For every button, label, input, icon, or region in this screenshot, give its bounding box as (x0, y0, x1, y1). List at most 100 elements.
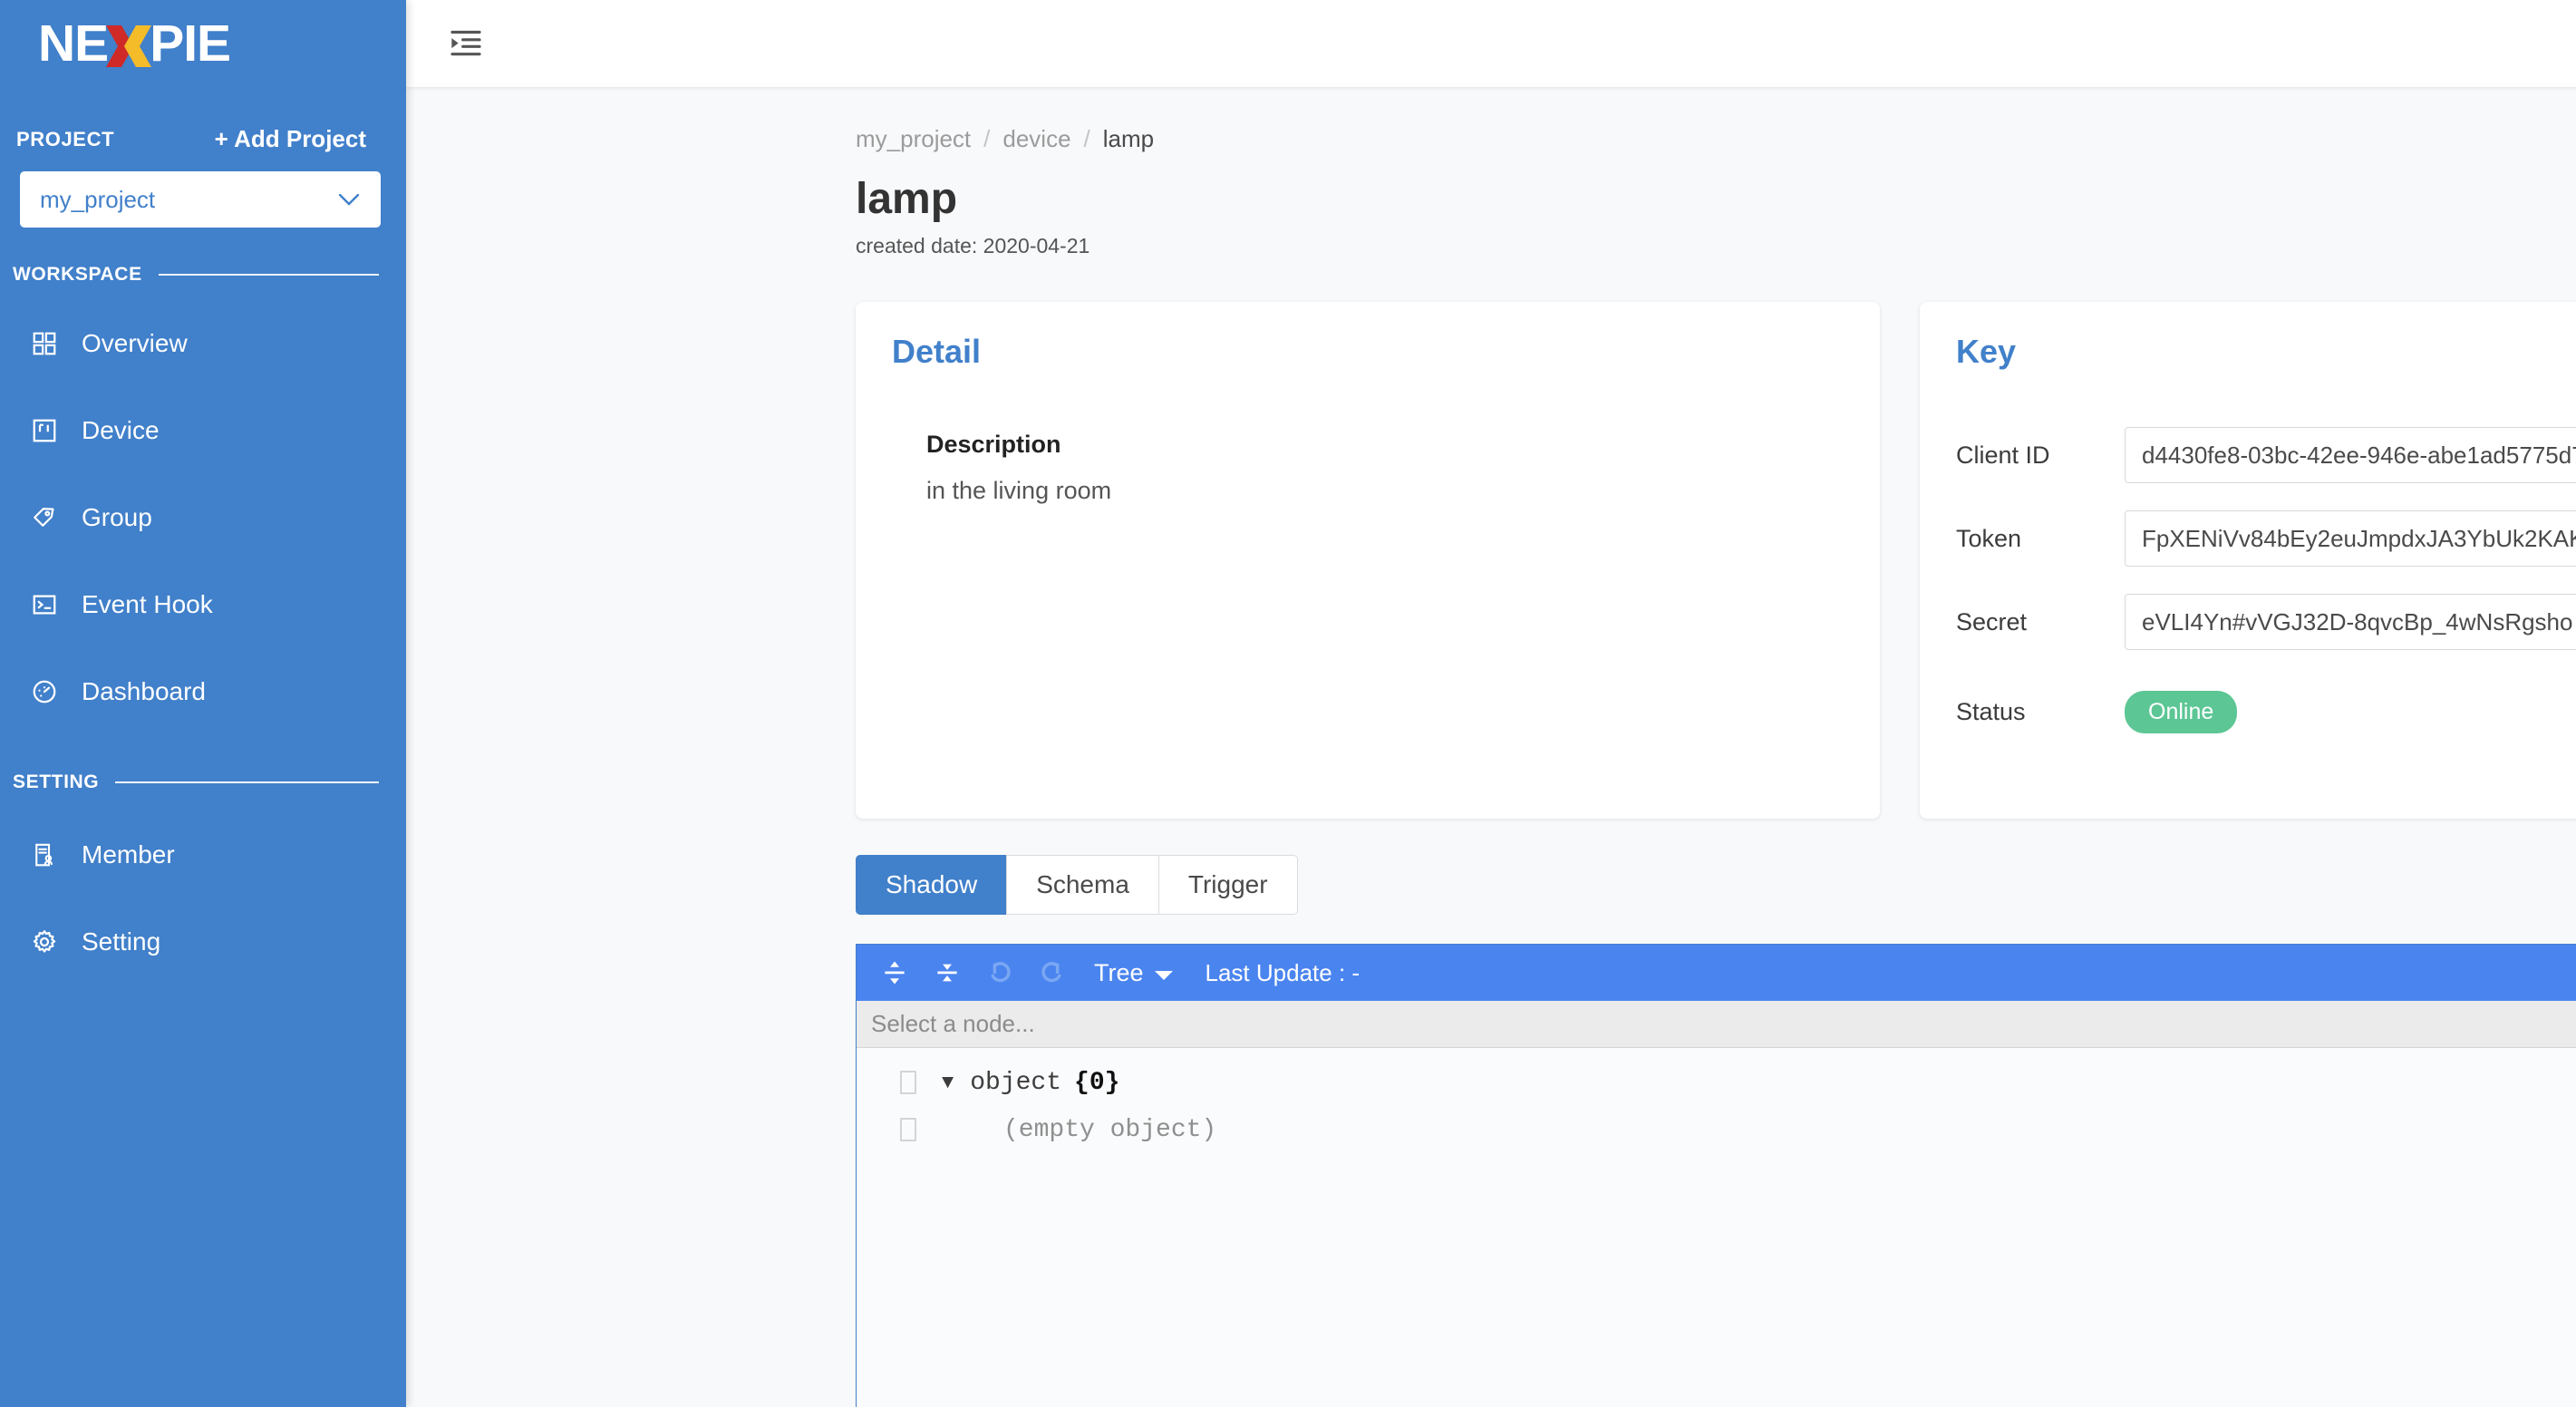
project-select[interactable]: my_project (20, 171, 381, 228)
member-icon (29, 839, 60, 870)
brand-x-icon (106, 20, 152, 67)
main-area: NEXPIE User my_project / device / lamp l… (406, 0, 2576, 1407)
tabs-row: Shadow Schema Trigger SAVE Cancel (406, 819, 2576, 916)
redo-icon[interactable] (1034, 955, 1070, 991)
json-mode-select[interactable]: Tree (1094, 959, 1173, 987)
description-value: in the living room (926, 477, 1112, 505)
breadcrumb-item-device[interactable]: device (1002, 125, 1070, 153)
json-tree-row[interactable]: ▼ object {0} (857, 1059, 2576, 1106)
sidebar-item-label: Device (82, 416, 160, 444)
description-label: Description (926, 431, 1061, 459)
breadcrumb: my_project / device / lamp (406, 87, 2576, 153)
sidebar-item-label: Group (82, 503, 152, 531)
section-divider (115, 781, 379, 783)
tab-schema[interactable]: Schema (1006, 855, 1158, 916)
status-row: Status Online (1956, 686, 2576, 737)
json-tree-row[interactable]: (empty object) (857, 1106, 2576, 1153)
json-node-path[interactable]: Select a node... (857, 1001, 2576, 1049)
setting-label: SETTING (13, 771, 100, 792)
client-id-input[interactable] (2125, 427, 2576, 484)
last-update-text: Last Update : - (1205, 958, 1361, 986)
json-tree[interactable]: ▼ object {0} (empty object) (857, 1048, 2576, 1407)
topbar: NEXPIE User (406, 0, 2576, 87)
workspace-nav: Overview Device Group Event Hook Dashboa… (0, 300, 406, 735)
sidebar-item-setting[interactable]: Setting (0, 898, 406, 985)
workspace-section-header: WORKSPACE (0, 258, 406, 291)
sidebar-item-overview[interactable]: Overview (0, 300, 406, 387)
sidebar-item-label: Member (82, 840, 175, 868)
sidebar-item-group[interactable]: Group (0, 474, 406, 561)
key-row-token: Token Copy (1956, 510, 2576, 568)
sidebar-item-member[interactable]: Member (0, 811, 406, 898)
sidebar-item-label: Overview (82, 329, 188, 357)
sidebar-item-label: Event Hook (82, 590, 213, 618)
brand-name-part2: PIE (150, 14, 231, 73)
secret-input[interactable] (2125, 594, 2576, 651)
sidebar-item-label: Dashboard (82, 677, 206, 705)
project-label: PROJECT (16, 127, 115, 150)
key-card-title: Key (1956, 333, 2017, 371)
caret-down-icon[interactable]: ▼ (942, 1072, 954, 1094)
page-header: lamp created date: 2020-04-21 Edit (406, 153, 2576, 258)
key-row-secret: Secret Copy (1956, 594, 2576, 651)
device-icon (29, 415, 60, 446)
gear-icon (29, 927, 60, 957)
chevron-down-icon (338, 193, 360, 206)
chevron-down-icon (1154, 959, 1173, 987)
workspace-label: WORKSPACE (13, 264, 142, 285)
key-label: Token (1956, 524, 2022, 552)
breadcrumb-separator: / (1083, 125, 1090, 152)
breadcrumb-separator: / (983, 125, 991, 152)
json-editor-toolbar: Tree Last Update : - (857, 945, 2576, 1002)
setting-section-header: SETTING (0, 766, 406, 799)
json-node-key: object (970, 1068, 1062, 1097)
terminal-icon (29, 589, 60, 620)
tab-trigger[interactable]: Trigger (1157, 855, 1298, 916)
project-header: PROJECT + Add Project (0, 103, 406, 153)
grid-icon (29, 328, 60, 359)
undo-icon[interactable] (982, 955, 1018, 991)
breadcrumb-item-project[interactable]: my_project (856, 125, 971, 153)
project-select-value: my_project (40, 185, 156, 213)
add-project-button[interactable]: + Add Project (215, 125, 366, 153)
collapse-all-icon[interactable] (929, 955, 965, 991)
cards-row: Detail Description in the living room Ke… (406, 258, 2576, 820)
detail-card: Detail Description in the living room (856, 302, 1880, 820)
tag-icon (29, 502, 60, 533)
json-node-count: {0} (1074, 1068, 1120, 1097)
sidebar: NE PIE PROJECT + Add Project my_project (0, 0, 406, 1407)
sidebar-item-dashboard[interactable]: Dashboard (0, 648, 406, 735)
page-title: lamp (856, 175, 958, 223)
token-input[interactable] (2125, 510, 2576, 568)
json-editor: Tree Last Update : - Select a node... ▼ … (856, 944, 2576, 1407)
key-label: Client ID (1956, 441, 2050, 469)
app-root: NE PIE PROJECT + Add Project my_project (0, 0, 2576, 1407)
key-card: Key Client ID d4430fe8-03bc-42ee-946e-ab… (1920, 302, 2576, 820)
sidebar-item-device[interactable]: Device (0, 387, 406, 474)
key-label: Secret (1956, 607, 2028, 636)
drag-handle-icon[interactable] (900, 1118, 916, 1142)
collapse-sidebar-icon[interactable] (446, 24, 486, 63)
page-content: my_project / device / lamp lamp created … (406, 87, 2576, 1407)
brand-logo: NE PIE (0, 0, 406, 87)
tab-shadow[interactable]: Shadow (856, 855, 1007, 916)
section-divider (158, 274, 379, 276)
expand-all-icon[interactable] (876, 955, 913, 991)
breadcrumb-item-current: lamp (1102, 125, 1155, 152)
gauge-icon (29, 676, 60, 707)
sidebar-item-event-hook[interactable]: Event Hook (0, 561, 406, 648)
sidebar-item-label: Setting (82, 927, 161, 956)
page-title-block: lamp created date: 2020-04-21 (856, 175, 1090, 258)
tab-group: Shadow Schema Trigger (856, 855, 1298, 916)
key-rows: Client ID Copy (1956, 427, 2576, 737)
drag-handle-icon[interactable] (900, 1071, 916, 1095)
created-date: created date: 2020-04-21 (856, 234, 1090, 258)
json-mode-label: Tree (1094, 958, 1144, 986)
setting-nav: Member Setting (0, 811, 406, 985)
detail-card-title: Detail (892, 333, 982, 371)
key-row-client-id: Client ID Copy (1956, 427, 2576, 484)
brand-name-part1: NE (38, 14, 109, 73)
status-badge: Online (2125, 690, 2238, 734)
json-empty-label: (empty object) (1003, 1115, 1217, 1144)
status-label: Status (1956, 697, 2026, 725)
